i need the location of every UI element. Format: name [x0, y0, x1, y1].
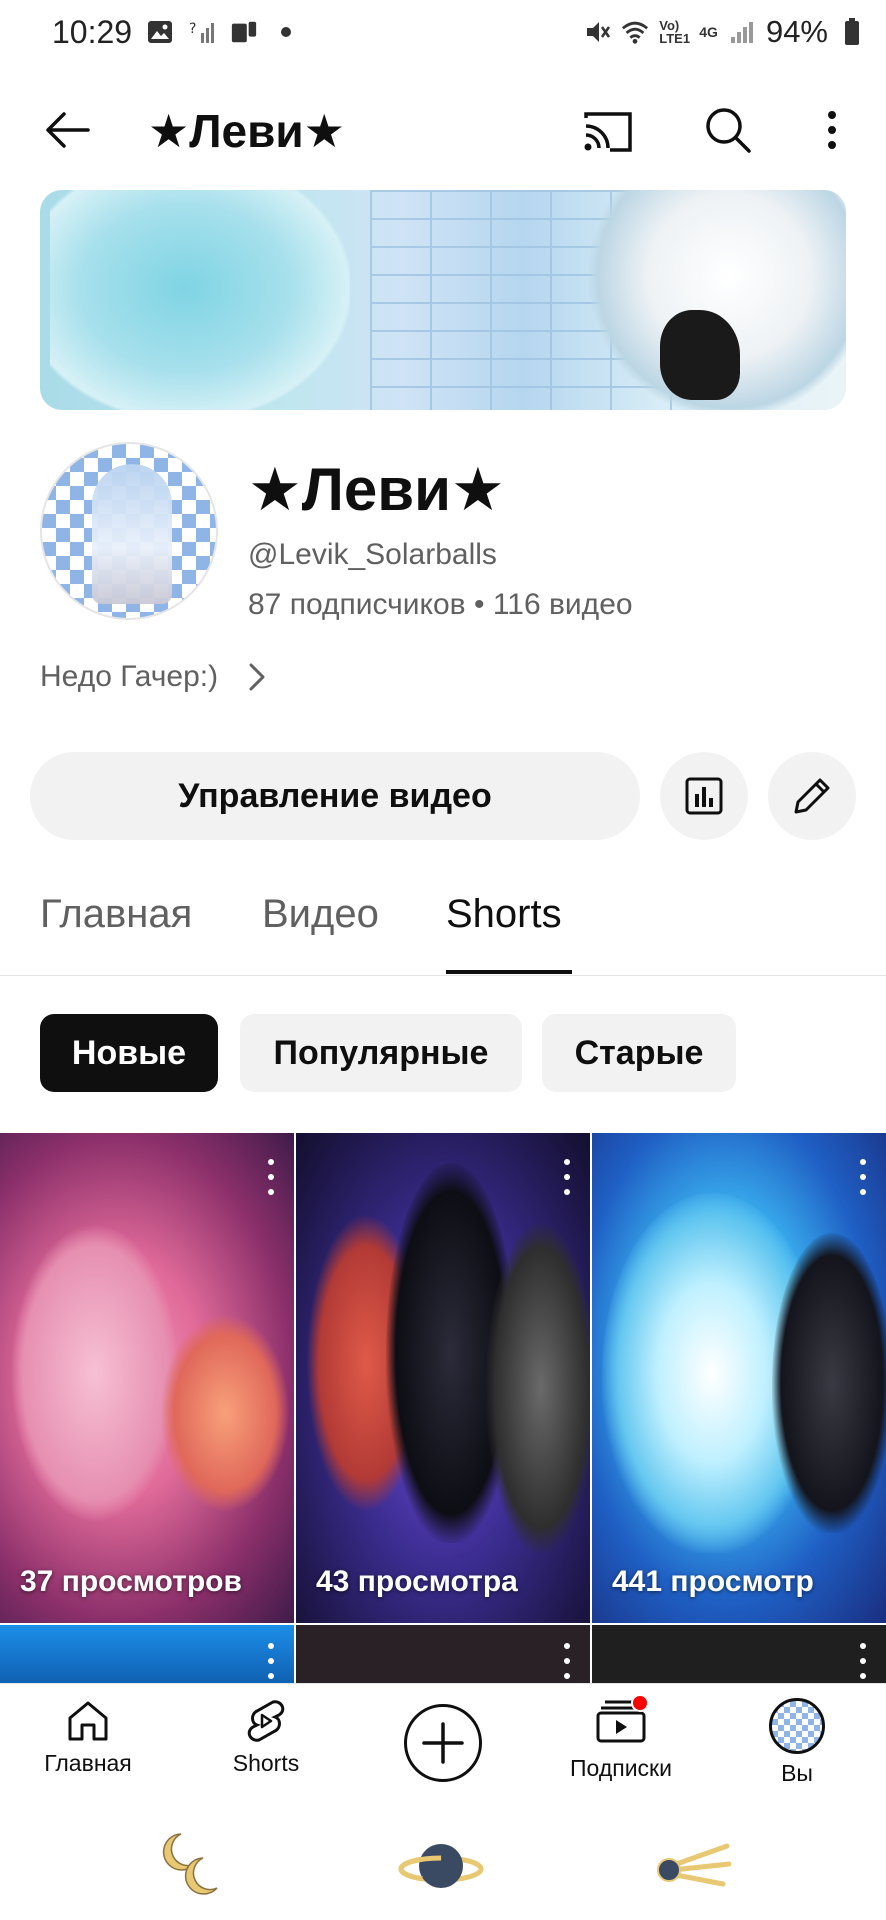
gallery-icon	[146, 18, 174, 46]
cast-icon	[584, 112, 632, 152]
notification-dot	[631, 1694, 649, 1712]
arrow-back-icon	[46, 112, 90, 148]
nav-home[interactable]: Главная	[13, 1698, 163, 1777]
thumbnail-character	[486, 1223, 590, 1553]
comet-icon	[657, 1843, 731, 1887]
wifi-icon	[621, 18, 649, 46]
recents-button[interactable]	[146, 1826, 236, 1906]
nav-you-label: Вы	[781, 1760, 813, 1786]
channel-name: ★Леви★	[248, 456, 505, 523]
subscriptions-icon-wrap	[593, 1694, 649, 1749]
manage-videos-button[interactable]: Управление видео	[30, 752, 640, 840]
moons-icon	[162, 1833, 218, 1895]
search-button[interactable]	[700, 102, 756, 158]
create-button[interactable]	[404, 1704, 482, 1782]
network-label: 4G	[699, 24, 718, 40]
status-left-icons: ?	[146, 18, 300, 46]
status-right: Vo) LTE1 4G 94%	[583, 14, 866, 50]
short-view-count: 441 просмотр	[612, 1565, 814, 1598]
short-thumbnail[interactable]: 43 просмотра	[296, 1133, 590, 1623]
banner-black-hand	[660, 310, 740, 400]
active-tab-indicator	[446, 970, 572, 974]
short-thumbnail[interactable]	[592, 1625, 886, 1683]
shorts-grid: 37 просмотров 43 просмотра 441 просмотр	[0, 1133, 886, 1683]
edit-channel-button[interactable]	[768, 752, 856, 840]
battery-icon	[838, 18, 866, 46]
channel-description[interactable]: Недо Гачер:)	[40, 660, 266, 694]
thumbnail-character	[10, 1223, 180, 1523]
banner-character-left	[50, 190, 350, 410]
channel-tabs: Главная Видео Shorts	[0, 880, 886, 976]
short-view-count: 37 просмотров	[20, 1565, 242, 1598]
system-navigation-bar	[0, 1800, 886, 1920]
nav-shorts-label: Shorts	[232, 1750, 300, 1776]
more-options-button[interactable]	[812, 102, 852, 158]
nav-subscriptions[interactable]: Подписки	[546, 1694, 696, 1782]
you-avatar-icon	[769, 1698, 825, 1754]
chevron-right-icon	[249, 663, 265, 691]
sim-card-icon	[230, 18, 258, 46]
status-time: 10:29	[52, 14, 133, 50]
thumbnail-character	[160, 1313, 290, 1513]
analytics-button[interactable]	[660, 752, 748, 840]
short-more-icon[interactable]	[562, 1643, 572, 1679]
search-icon	[706, 108, 751, 153]
short-more-icon[interactable]	[858, 1643, 868, 1679]
tab-shorts[interactable]: Shorts	[446, 892, 562, 937]
short-thumbnail[interactable]: 37 просмотров	[0, 1133, 294, 1623]
edit-pencil-icon	[794, 778, 830, 814]
app-title: ★Леви★	[148, 105, 345, 157]
battery-percent: 94%	[765, 14, 828, 49]
app-bar: ★Леви★	[0, 90, 886, 170]
video-count: 116 видео	[492, 588, 633, 621]
channel-stats: 87 подписчиков • 116 видео	[248, 588, 633, 622]
more-vert-icon	[828, 111, 836, 149]
bottom-navigation: Главная Shorts Подписки Вы	[0, 1683, 886, 1795]
stats-separator: •	[473, 588, 485, 621]
short-more-icon[interactable]	[562, 1159, 572, 1195]
channel-avatar[interactable]	[40, 442, 218, 620]
short-more-icon[interactable]	[266, 1159, 276, 1195]
short-thumbnail[interactable]	[0, 1625, 294, 1683]
svg-text:?: ?	[189, 21, 196, 37]
analytics-icon	[685, 777, 723, 815]
channel-handle: @Levik_Solarballs	[248, 538, 497, 571]
chip-popular[interactable]: Популярные	[240, 1014, 522, 1092]
channel-banner	[40, 190, 846, 410]
chip-newest[interactable]: Новые	[40, 1014, 218, 1092]
planet-icon	[398, 1844, 484, 1888]
back-system-button[interactable]	[646, 1826, 736, 1906]
short-more-icon[interactable]	[266, 1643, 276, 1679]
signal-question-icon: ?	[188, 18, 216, 46]
short-thumbnail[interactable]: 441 просмотр	[592, 1133, 886, 1623]
status-bar: 10:29 ? Vo) LTE1 4G 94%	[0, 0, 886, 72]
nav-home-label: Главная	[44, 1750, 132, 1776]
nav-you[interactable]: Вы	[722, 1698, 872, 1787]
dot-icon	[272, 18, 300, 46]
nav-subscriptions-label: Подписки	[570, 1755, 672, 1781]
volte-label: Vo) LTE1	[659, 18, 691, 46]
short-more-icon[interactable]	[858, 1159, 868, 1195]
cell-signal-icon	[728, 18, 756, 46]
short-thumbnail[interactable]	[296, 1625, 590, 1683]
cast-button[interactable]	[580, 104, 636, 160]
channel-description-text: Недо Гачер:)	[40, 660, 219, 693]
nav-shorts[interactable]: Shorts	[191, 1698, 341, 1777]
tab-home[interactable]: Главная	[40, 892, 192, 937]
home-system-button[interactable]	[396, 1826, 486, 1906]
thumbnail-character	[772, 1233, 886, 1533]
subscriber-count: 87 подписчиков	[248, 588, 466, 621]
chip-oldest[interactable]: Старые	[542, 1014, 736, 1092]
shorts-icon	[247, 1700, 285, 1742]
mute-icon	[583, 18, 611, 46]
avatar-figure	[92, 464, 172, 604]
back-button[interactable]	[40, 102, 96, 158]
home-icon	[68, 1701, 108, 1741]
tab-videos[interactable]: Видео	[262, 892, 379, 937]
short-view-count: 43 просмотра	[316, 1565, 518, 1598]
create-plus-icon	[422, 1722, 464, 1764]
